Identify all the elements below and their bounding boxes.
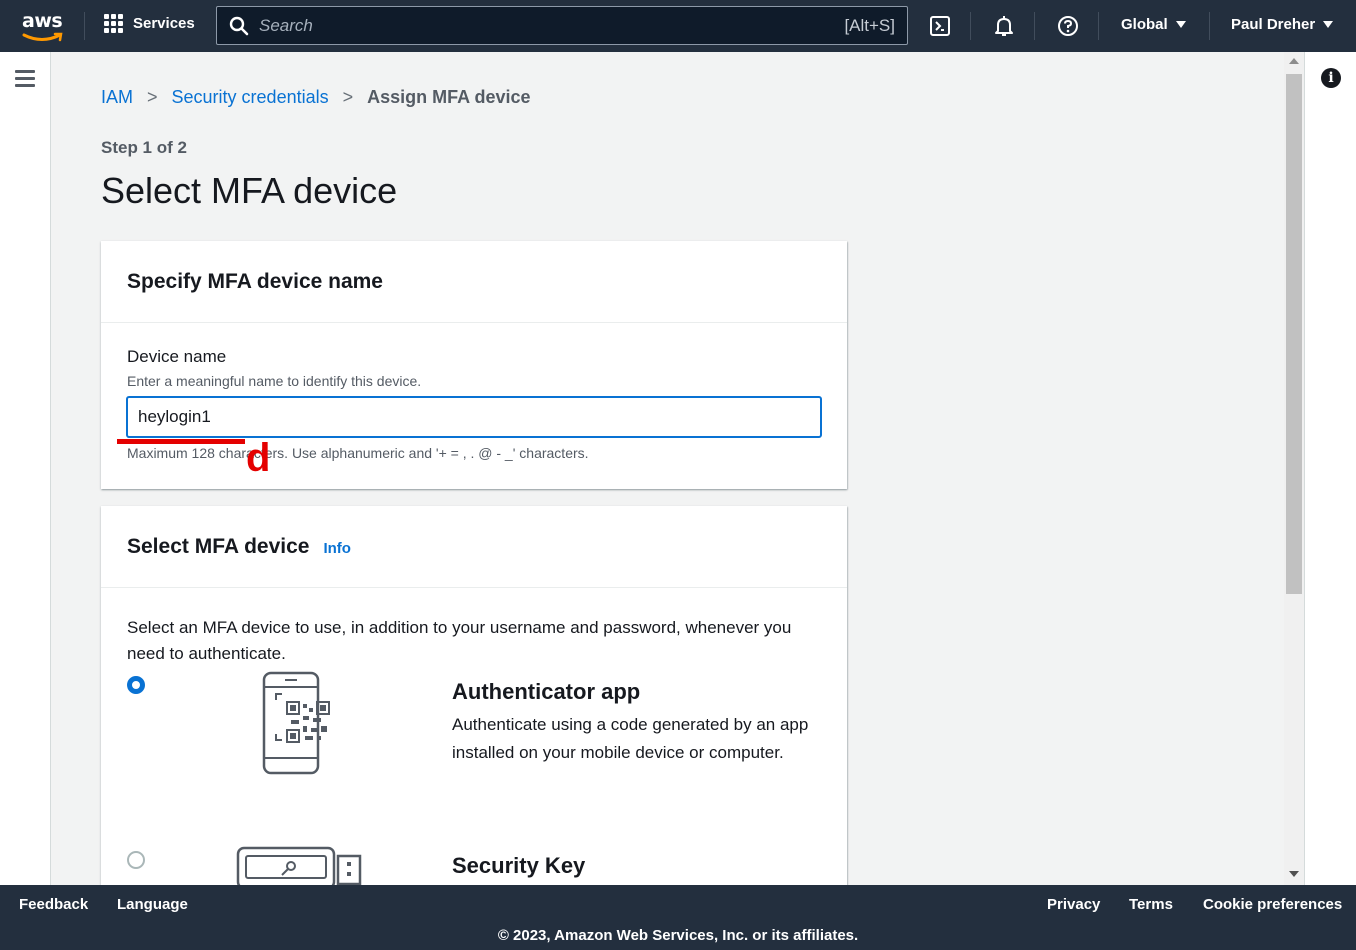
card-header: Specify MFA device name — [101, 241, 847, 323]
aws-logo-text: aws — [22, 10, 63, 32]
info-panel-icon[interactable]: i — [1321, 68, 1341, 88]
breadcrumb-security-credentials[interactable]: Security credentials — [172, 87, 329, 108]
device-name-description: Enter a meaningful name to identify this… — [127, 373, 422, 389]
security-key-radio[interactable] — [127, 851, 145, 869]
page-title: Select MFA device — [101, 170, 398, 211]
left-side-panel — [0, 52, 51, 885]
user-label: Paul Dreher — [1231, 16, 1316, 33]
account-menu[interactable]: Paul Dreher — [1231, 16, 1334, 33]
feedback-link[interactable]: Feedback — [19, 896, 88, 913]
nav-divider — [970, 12, 971, 40]
nav-divider — [1209, 12, 1210, 40]
card-header: Select MFA device Info — [101, 506, 847, 588]
phone-qr-icon — [262, 671, 330, 775]
chevron-right-icon: > — [147, 87, 158, 107]
scroll-down-arrow-icon[interactable] — [1289, 871, 1299, 877]
services-label: Services — [133, 15, 195, 32]
breadcrumb-current: Assign MFA device — [367, 87, 531, 107]
breadcrumb: IAM > Security credentials > Assign MFA … — [101, 87, 531, 108]
top-navigation: aws Services Search [Alt+S] Global Paul … — [0, 0, 1356, 52]
privacy-link[interactable]: Privacy — [1047, 896, 1100, 913]
page-scrollbar[interactable] — [1284, 52, 1304, 885]
nav-divider — [1098, 12, 1099, 40]
aws-logo[interactable]: aws — [20, 8, 66, 44]
caret-down-icon — [1175, 21, 1186, 28]
nav-divider — [84, 12, 85, 40]
right-side-panel: i — [1304, 52, 1356, 885]
footer: Feedback Language Privacy Terms Cookie p… — [0, 885, 1356, 950]
security-key-icon — [236, 846, 362, 885]
grid-icon — [104, 14, 123, 33]
cookie-preferences-link[interactable]: Cookie preferences — [1203, 896, 1342, 913]
search-input[interactable]: Search [Alt+S] — [216, 6, 908, 45]
search-placeholder: Search — [259, 15, 313, 35]
cloudshell-icon[interactable] — [928, 14, 952, 38]
device-name-label: Device name — [127, 347, 227, 366]
breadcrumb-iam[interactable]: IAM — [101, 87, 133, 108]
select-mfa-card: Select MFA device Info Select an MFA dev… — [101, 506, 847, 885]
region-selector[interactable]: Global — [1121, 16, 1186, 33]
info-link[interactable]: Info — [323, 540, 351, 557]
search-shortcut: [Alt+S] — [844, 15, 895, 35]
annotation-underline — [117, 439, 245, 444]
scroll-thumb[interactable] — [1286, 74, 1302, 594]
device-name-input[interactable] — [126, 396, 822, 438]
copyright-text: © 2023, Amazon Web Services, Inc. or its… — [497, 927, 859, 944]
nav-divider — [1034, 12, 1035, 40]
security-key-title: Security Key — [452, 853, 586, 878]
card-title: Specify MFA device name — [127, 269, 383, 293]
device-name-constraint: Maximum 128 characters. Use alphanumeric… — [127, 445, 589, 461]
aws-smile-icon — [22, 32, 63, 42]
annotation-letter: d — [246, 436, 271, 480]
scroll-up-arrow-icon[interactable] — [1289, 58, 1299, 64]
authenticator-app-radio[interactable] — [127, 676, 145, 694]
services-menu-button[interactable]: Services — [104, 14, 195, 33]
step-label: Step 1 of 2 — [101, 138, 187, 157]
caret-down-icon — [1323, 21, 1334, 28]
device-name-card: Specify MFA device name Device name Ente… — [101, 241, 847, 489]
card-title: Select MFA device — [127, 534, 310, 558]
mfa-description: Select an MFA device to use, in addition… — [127, 618, 792, 663]
search-icon — [229, 16, 249, 35]
authenticator-app-description: Authenticate using a code generated by a… — [452, 715, 809, 762]
help-icon[interactable] — [1056, 14, 1080, 38]
region-label: Global — [1121, 16, 1168, 33]
authenticator-app-title: Authenticator app — [452, 679, 641, 704]
chevron-right-icon: > — [342, 87, 354, 107]
terms-link[interactable]: Terms — [1129, 896, 1173, 913]
language-link[interactable]: Language — [117, 896, 188, 913]
hamburger-menu-icon[interactable] — [15, 70, 35, 91]
notifications-bell-icon[interactable] — [992, 14, 1016, 38]
